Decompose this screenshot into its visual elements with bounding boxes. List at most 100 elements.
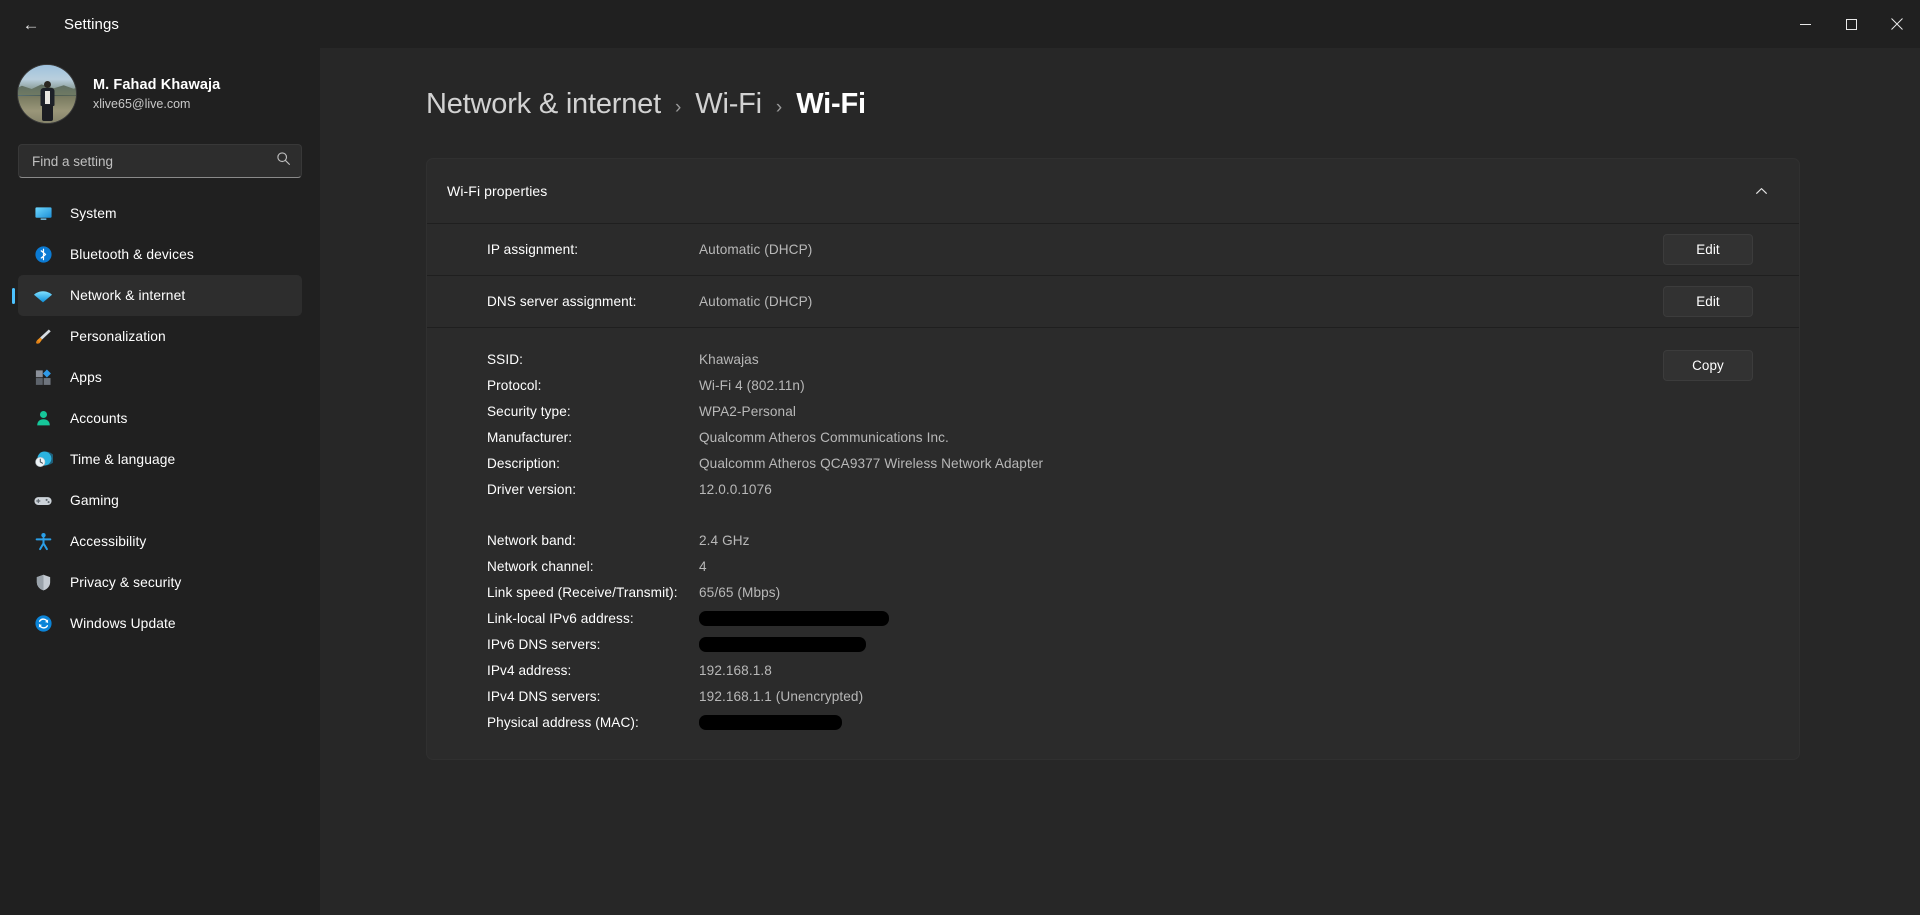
sidebar-item-accounts[interactable]: Accounts	[18, 398, 302, 439]
person-icon	[32, 408, 54, 430]
minimize-button[interactable]	[1782, 0, 1828, 48]
detail-label: Network band:	[487, 532, 576, 548]
sidebar-item-personalization[interactable]: Personalization	[18, 316, 302, 357]
detail-label: Link-local IPv6 address:	[487, 610, 634, 626]
shield-icon	[32, 572, 54, 594]
sidebar: M. Fahad Khawaja xlive65@live.com Find a…	[0, 48, 320, 915]
detail-label: Description:	[487, 455, 560, 471]
maximize-icon	[1845, 18, 1857, 30]
detail-label: Manufacturer:	[487, 429, 573, 445]
detail-link-speed: Link speed (Receive/Transmit): 65/65 (Mb…	[487, 579, 1663, 605]
minimize-icon	[1799, 23, 1811, 25]
sidebar-item-accessibility[interactable]: Accessibility	[18, 521, 302, 562]
avatar	[18, 65, 76, 123]
detail-value: 2.4 GHz	[699, 532, 750, 548]
detail-value: 4	[699, 558, 707, 574]
sidebar-item-bluetooth-devices[interactable]: Bluetooth & devices	[18, 234, 302, 275]
detail-label: IPv4 DNS servers:	[487, 688, 601, 704]
detail-physical-address-mac: Physical address (MAC):	[487, 709, 1663, 735]
sidebar-item-label: Apps	[70, 370, 102, 385]
gamepad-icon	[32, 490, 54, 512]
profile-email: xlive65@live.com	[93, 96, 191, 111]
breadcrumb-separator: ›	[674, 97, 682, 118]
close-icon	[1891, 18, 1903, 30]
paintbrush-icon	[32, 326, 54, 348]
app-title: Settings	[64, 15, 119, 33]
edit-dns-assignment-button[interactable]: Edit	[1663, 286, 1753, 317]
refresh-circle-icon	[32, 613, 54, 635]
detail-network-band: Network band: 2.4 GHz	[487, 527, 1663, 553]
search-icon	[276, 151, 291, 171]
sidebar-item-gaming[interactable]: Gaming	[18, 480, 302, 521]
detail-label: Link speed (Receive/Transmit):	[487, 584, 678, 600]
detail-security-type: Security type: WPA2-Personal	[487, 398, 1663, 424]
detail-network-channel: Network channel: 4	[487, 553, 1663, 579]
detail-ipv6-dns-servers: IPv6 DNS servers:	[487, 631, 1663, 657]
breadcrumb-wifi[interactable]: Wi-Fi	[695, 88, 762, 121]
user-profile[interactable]: M. Fahad Khawaja xlive65@live.com	[0, 48, 320, 126]
detail-driver-version: Driver version: 12.0.0.1076	[487, 476, 1663, 502]
sidebar-item-windows-update[interactable]: Windows Update	[18, 603, 302, 644]
sidebar-item-label: Personalization	[70, 329, 166, 344]
sidebar-item-label: Bluetooth & devices	[70, 247, 194, 262]
sidebar-item-apps[interactable]: Apps	[18, 357, 302, 398]
adapter-details-list: SSID: Khawajas Protocol: Wi-Fi 4 (802.11…	[487, 346, 1663, 735]
sidebar-item-label: Accounts	[70, 411, 128, 426]
detail-label: Driver version:	[487, 481, 577, 497]
detail-value: Wi-Fi 4 (802.11n)	[699, 377, 805, 393]
row-action: Edit	[1663, 234, 1753, 265]
detail-value: Qualcomm Atheros Communications Inc.	[699, 429, 949, 445]
sidebar-item-network-internet[interactable]: Network & internet	[18, 275, 302, 316]
detail-ssid: SSID: Khawajas	[487, 346, 1663, 372]
detail-label: IPv4 address:	[487, 662, 572, 678]
detail-label: SSID:	[487, 351, 524, 367]
page-title: Wi-Fi	[796, 88, 866, 120]
card-title: Wi-Fi properties	[447, 183, 548, 199]
sidebar-item-label: Time & language	[70, 452, 176, 467]
row-label: DNS server assignment:	[487, 294, 637, 309]
detail-protocol: Protocol: Wi-Fi 4 (802.11n)	[487, 372, 1663, 398]
copy-action: Copy	[1663, 346, 1753, 735]
sidebar-item-time-language[interactable]: Time & language	[18, 439, 302, 480]
sidebar-item-label: Network & internet	[70, 288, 186, 303]
row-label: IP assignment:	[487, 242, 579, 257]
detail-ipv4-dns-servers: IPv4 DNS servers: 192.168.1.1 (Unencrypt…	[487, 683, 1663, 709]
sidebar-item-label: Privacy & security	[70, 575, 182, 590]
back-button[interactable]: ←	[12, 7, 50, 41]
edit-ip-assignment-button[interactable]: Edit	[1663, 234, 1753, 265]
search-input[interactable]	[32, 153, 276, 169]
wifi-properties-card: Wi-Fi properties IP assignment: Automati…	[426, 158, 1800, 760]
detail-value: 192.168.1.1 (Unencrypted)	[699, 688, 864, 704]
detail-spacer	[487, 502, 1663, 527]
redacted-value-bar	[699, 610, 889, 626]
sidebar-item-label: Accessibility	[70, 534, 147, 549]
window-controls	[1782, 0, 1920, 48]
row-dns-server-assignment: DNS server assignment: Automatic (DHCP) …	[427, 275, 1799, 327]
monitor-icon	[32, 203, 54, 225]
detail-ipv4-address: IPv4 address: 192.168.1.8	[487, 657, 1663, 683]
breadcrumb-separator: ›	[775, 97, 783, 118]
sidebar-item-label: System	[70, 206, 117, 221]
title-bar: ← Settings	[0, 0, 1920, 48]
row-action: Edit	[1663, 286, 1753, 317]
maximize-button[interactable]	[1828, 0, 1874, 48]
row-ip-assignment: IP assignment: Automatic (DHCP) Edit	[427, 223, 1799, 275]
sidebar-item-label: Windows Update	[70, 616, 176, 631]
row-value: Automatic (DHCP)	[699, 294, 813, 309]
accessibility-person-icon	[32, 531, 54, 553]
sidebar-item-label: Gaming	[70, 493, 119, 508]
card-header-toggle[interactable]: Wi-Fi properties	[427, 159, 1799, 223]
breadcrumb-network-internet[interactable]: Network & internet	[426, 88, 661, 121]
sidebar-item-privacy-security[interactable]: Privacy & security	[18, 562, 302, 603]
redacted-value-bar	[699, 714, 842, 730]
close-button[interactable]	[1874, 0, 1920, 48]
sidebar-item-system[interactable]: System	[18, 193, 302, 234]
search-box[interactable]	[18, 144, 302, 178]
apps-grid-icon	[32, 367, 54, 389]
detail-link-local-ipv6: Link-local IPv6 address:	[487, 605, 1663, 631]
detail-value: 65/65 (Mbps)	[699, 584, 781, 600]
chevron-up-icon[interactable]	[1745, 175, 1777, 207]
copy-button[interactable]: Copy	[1663, 350, 1753, 381]
detail-value: Khawajas	[699, 351, 759, 367]
detail-label: Protocol:	[487, 377, 542, 393]
